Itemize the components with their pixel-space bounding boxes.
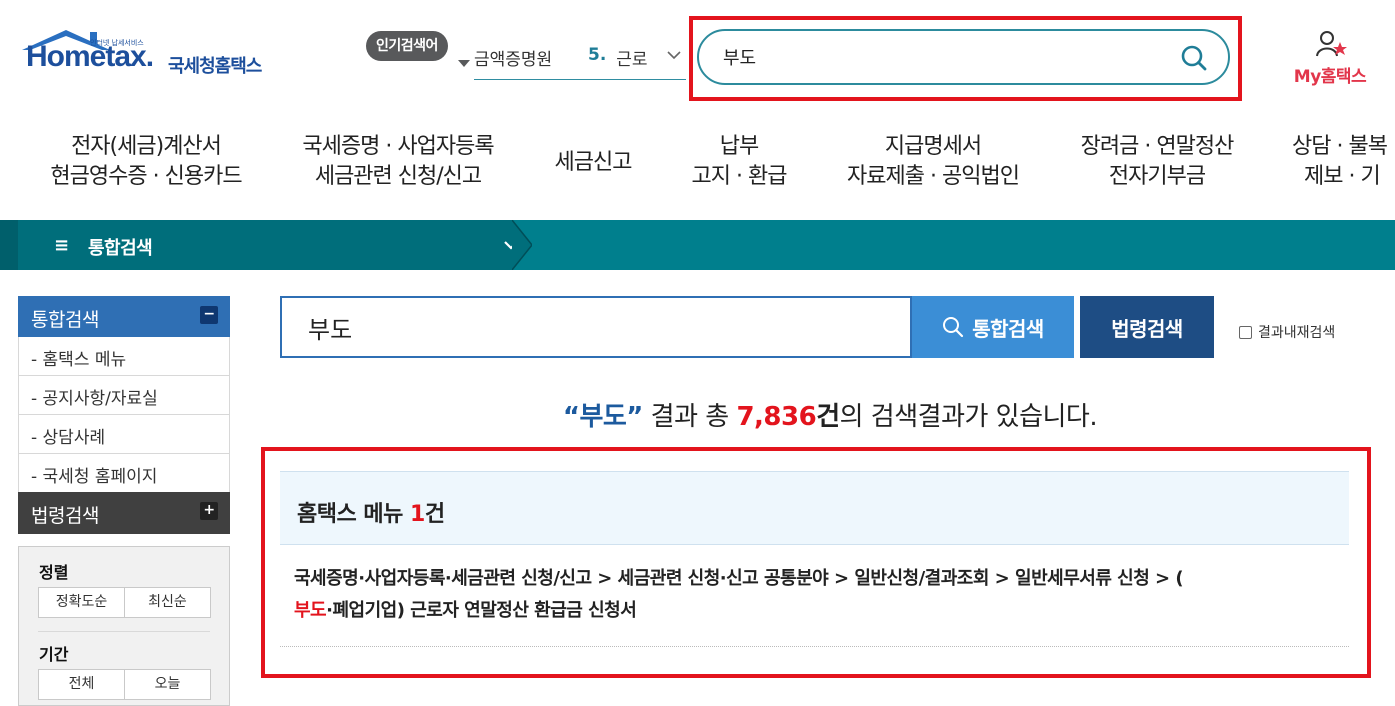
- sidebar-law-search[interactable]: 법령검색 +: [18, 492, 230, 534]
- summary-unit: 건: [816, 402, 840, 432]
- my-hometax-label: My홈택스: [1293, 67, 1367, 87]
- ticker-keyword[interactable]: 근로: [616, 45, 647, 70]
- logo-korean: 국세청홈택스: [168, 56, 262, 77]
- unified-search-button[interactable]: 통합검색: [912, 296, 1074, 358]
- law-search-button[interactable]: 법령검색: [1080, 296, 1214, 358]
- search-icon[interactable]: [1180, 44, 1208, 72]
- chevron-down-icon[interactable]: [666, 47, 682, 63]
- top-search-value: 부도: [723, 48, 757, 69]
- expand-icon[interactable]: +: [200, 502, 218, 520]
- sort-latest-button[interactable]: 최신순: [124, 587, 211, 618]
- period-all-button[interactable]: 전체: [38, 669, 125, 700]
- gnb-certificates[interactable]: 국세증명 · 사업자등록 세금관련 신청/신고: [290, 132, 506, 196]
- gnb-line: 세금신고: [554, 150, 633, 175]
- sort-accuracy-button[interactable]: 정확도순: [38, 587, 125, 618]
- hamburger-icon[interactable]: ≡: [54, 235, 69, 256]
- summary-text: 결과 총: [642, 402, 737, 432]
- sidebar-unified-label: 통합검색: [31, 309, 99, 331]
- collapse-icon[interactable]: −: [200, 306, 218, 324]
- gnb-line: 납부: [719, 134, 759, 159]
- result-path-tail: ·폐업기업) 근로자 연말정산 환급금 신청서: [326, 600, 637, 621]
- logo-wordmark: Hometax.: [26, 40, 154, 73]
- result-summary: “부도” 결과 총 7,836건의 검색결과가 있습니다.: [280, 396, 1380, 433]
- breadcrumb-arrow-icon: [512, 220, 532, 270]
- result-item-link[interactable]: 국세증명·사업자등록·세금관련 신청/신고 > 세금관련 신청·신고 공통분야 …: [294, 563, 1344, 627]
- sidebar-item-nts-homepage[interactable]: - 국세청 홈페이지: [18, 454, 230, 493]
- main-search-input[interactable]: 부도: [280, 296, 912, 358]
- summary-count: 7,836: [736, 402, 817, 432]
- sidebar-filter-panel: 정렬 정확도순 최신순 기간 전체 오늘: [18, 546, 230, 706]
- gnb-line: 제보 · 기: [1304, 164, 1381, 189]
- search-within-label: 결과내재검색: [1258, 325, 1336, 341]
- gnb-line: 전자(세금)계산서: [71, 134, 222, 159]
- gnb-line: 자료제출 · 공익법인: [847, 164, 1020, 189]
- result-highlight: 부도: [294, 600, 327, 621]
- gnb-line: 현금영수증 · 신용카드: [50, 164, 242, 189]
- filter-divider: [38, 631, 210, 632]
- my-hometax-link[interactable]: My홈택스: [1284, 30, 1380, 87]
- main-search-value: 부도: [308, 315, 353, 344]
- location-bar: ≡ 통합검색: [0, 220, 1395, 270]
- gnb-line: 고지 · 환급: [691, 164, 788, 189]
- search-icon: [943, 317, 964, 338]
- sidebar-item-notices[interactable]: - 공지사항/자료실: [18, 376, 230, 415]
- location-title: 통합검색: [88, 238, 153, 259]
- gnb-incentives[interactable]: 장려금 · 연말정산 전자기부금: [1070, 132, 1244, 196]
- location-menu[interactable]: ≡ 통합검색: [18, 220, 518, 270]
- summary-query: “부도”: [562, 402, 644, 432]
- gnb-payment[interactable]: 납부 고지 · 환급: [684, 132, 794, 196]
- hometax-logo[interactable]: 인터넷 납세서비스 Hometax. 국세청홈택스: [20, 28, 290, 84]
- gnb-line: 장려금 · 연말정산: [1080, 134, 1235, 159]
- search-within-results[interactable]: 결과내재검색: [1239, 322, 1335, 342]
- unified-search-label: 통합검색: [972, 316, 1044, 341]
- popular-keyword-ticker[interactable]: 금액증명원 5. 근로: [474, 38, 686, 80]
- popular-keywords-badge: 인기검색어: [366, 31, 470, 67]
- result-divider: [280, 646, 1349, 647]
- gnb-tax-filing[interactable]: 세금신고: [548, 148, 638, 212]
- result-path: 국세증명·사업자등록·세금관련 신청/신고 > 세금관련 신청·신고 공통분야 …: [294, 568, 1184, 589]
- result-section-unit: 건: [424, 502, 445, 527]
- sidebar-item-consultations[interactable]: - 상담사례: [18, 415, 230, 454]
- search-within-checkbox[interactable]: [1239, 325, 1252, 339]
- result-section-count: 1: [410, 502, 425, 527]
- gnb-counseling[interactable]: 상담 · 불복 제보 · 기: [1282, 132, 1395, 196]
- gnb-line: 상담 · 불복: [1292, 134, 1388, 159]
- sidebar-item-hometax-menu[interactable]: - 홈택스 메뉴: [18, 337, 230, 376]
- gnb-line: 국세증명 · 사업자등록: [302, 134, 494, 159]
- result-section-title: 홈택스 메뉴: [297, 502, 411, 527]
- period-label: 기간: [39, 645, 69, 664]
- period-today-button[interactable]: 오늘: [124, 669, 211, 700]
- gnb-line: 전자기부금: [1108, 164, 1206, 189]
- sidebar-law-label: 법령검색: [31, 505, 99, 527]
- result-section-hometax-menu: 홈택스 메뉴 1건 국세증명·사업자등록·세금관련 신청/신고 > 세금관련 신…: [280, 471, 1349, 647]
- top-search-input[interactable]: 부도: [697, 29, 1230, 85]
- gnb-e-invoice[interactable]: 전자(세금)계산서 현금영수증 · 신용카드: [46, 132, 246, 196]
- gnb-line: 세금관련 신청/신고: [314, 164, 482, 189]
- result-section-header: 홈택스 메뉴 1건: [280, 471, 1349, 545]
- gnb-line: 지급명세서: [884, 134, 982, 159]
- user-icon: [1316, 31, 1347, 57]
- ticker-previous-keyword[interactable]: 금액증명원: [474, 45, 584, 70]
- sidebar-unified-search[interactable]: 통합검색 −: [18, 296, 230, 337]
- sort-label: 정렬: [39, 563, 69, 582]
- ticker-rank: 5.: [588, 45, 607, 65]
- location-bar-edge: [0, 220, 18, 270]
- gnb-payment-statements[interactable]: 지급명세서 자료제출 · 공익법인: [838, 132, 1028, 196]
- summary-tail: 의 검색결과가 있습니다.: [839, 402, 1098, 432]
